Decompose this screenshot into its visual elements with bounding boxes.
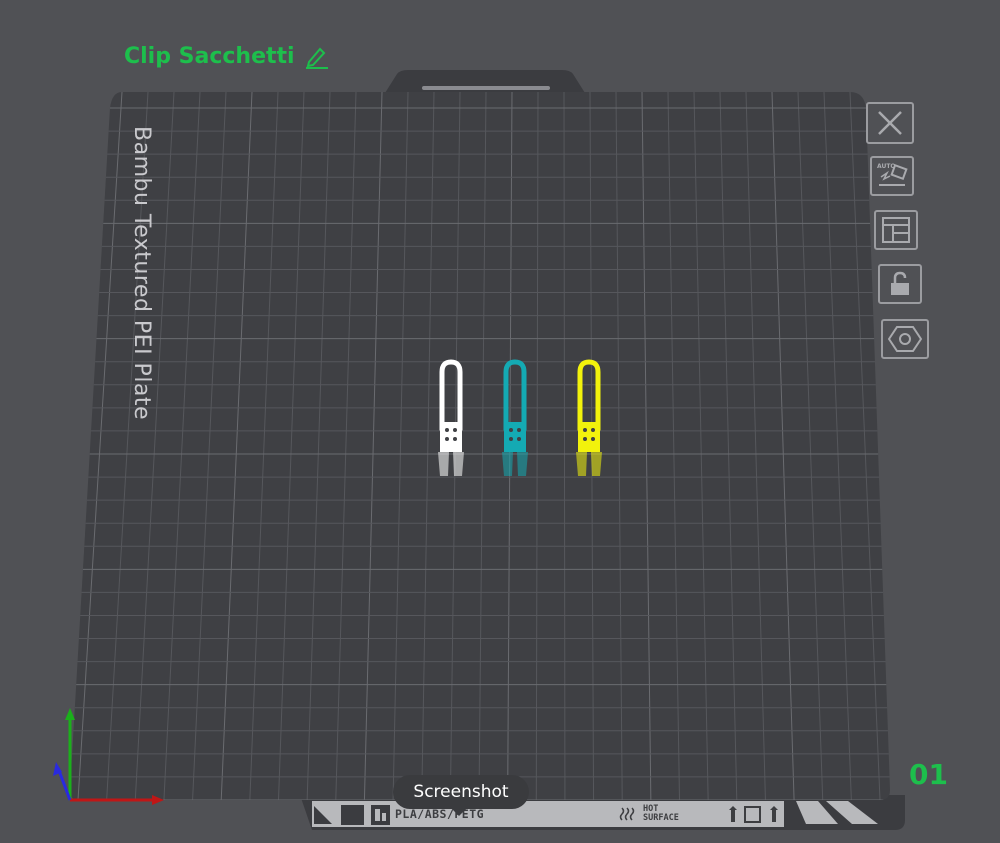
plate-settings-icon [888, 326, 922, 352]
edit-icon[interactable] [303, 45, 329, 69]
remove-plate-button[interactable] [866, 102, 914, 144]
3d-viewport[interactable]: Clip Sacchetti Bambu Textured PEI Plate … [0, 0, 1000, 843]
auto-orient-icon: AUTO [877, 163, 908, 186]
lock-plate-button[interactable] [878, 264, 922, 304]
screenshot-tooltip: Screenshot [393, 775, 529, 816]
bed-type-label: Bambu Textured PEI Plate [129, 126, 154, 421]
hot-label-line2: SURFACE [643, 813, 679, 823]
bed-strip-info: PLA/ABS/PETG HOT SURFACE [312, 801, 784, 827]
close-icon [878, 111, 902, 135]
plate-name[interactable]: Clip Sacchetti [124, 44, 329, 69]
hot-surface-label: HOT SURFACE [643, 805, 679, 823]
plate-name-label: Clip Sacchetti [124, 44, 295, 69]
arrange-button[interactable] [874, 210, 918, 250]
lock-icon [891, 271, 909, 295]
plate-index[interactable]: 01 [909, 758, 948, 791]
filament-compat-text: PLA/ABS/PETG [395, 807, 485, 821]
auto-orient-button[interactable]: AUTO [870, 156, 914, 196]
arrange-icon [882, 217, 910, 243]
plate-settings-button[interactable] [881, 319, 929, 359]
